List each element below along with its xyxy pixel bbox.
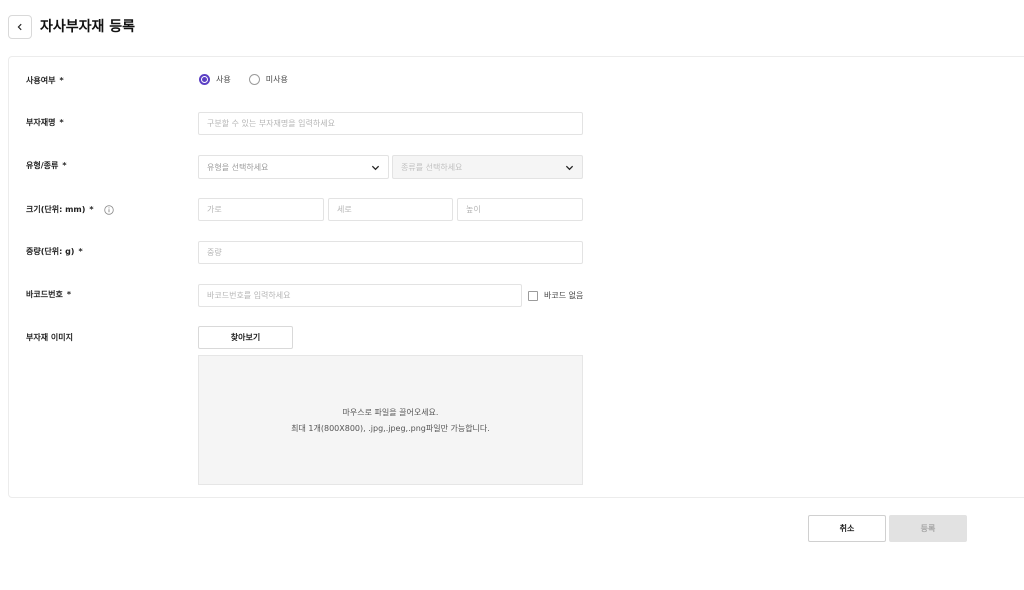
usage-label: 사용여부 * <box>26 76 64 85</box>
barcode-input[interactable] <box>198 284 522 307</box>
required-mark: * <box>59 118 64 127</box>
radio-unchecked-icon <box>248 74 260 85</box>
weight-label: 중량(단위: g) * <box>26 247 83 256</box>
usage-radio-use[interactable]: 사용 <box>199 74 231 85</box>
radio-checked-icon <box>199 74 210 85</box>
name-input[interactable] <box>198 112 583 135</box>
size-length-input[interactable] <box>328 198 453 221</box>
image-dropzone[interactable]: 마우스로 파일을 끌어오세요. 최대 1개(800X800), .jpg,.jp… <box>198 355 583 485</box>
chevron-down-icon <box>565 165 574 170</box>
size-label: 크기(단위: mm) * <box>26 204 114 216</box>
image-label: 부자재 이미지 <box>26 333 73 342</box>
required-mark: * <box>78 247 83 256</box>
required-mark: * <box>66 290 71 299</box>
name-label: 부자재명 * <box>26 118 64 127</box>
cancel-button[interactable]: 취소 <box>808 515 886 542</box>
chevron-left-icon <box>17 23 22 31</box>
weight-input[interactable] <box>198 241 583 264</box>
no-barcode-checkbox[interactable]: 바코드 없음 <box>528 290 583 301</box>
usage-radio-group: 사용 미사용 <box>199 74 288 85</box>
barcode-label: 바코드번호 * <box>26 290 71 299</box>
info-icon[interactable] <box>103 205 114 215</box>
required-mark: * <box>59 76 64 85</box>
kind-select[interactable]: 종류를 선택하세요 <box>392 155 583 179</box>
required-mark: * <box>62 161 67 170</box>
chevron-down-icon <box>371 165 380 170</box>
type-kind-label: 유형/종류 * <box>26 161 67 170</box>
type-select[interactable]: 유형을 선택하세요 <box>198 155 389 179</box>
dropzone-instruction: 마우스로 파일을 끌어오세요. <box>342 407 439 417</box>
page-title: 자사부자재 등록 <box>40 19 136 35</box>
browse-button[interactable]: 찾아보기 <box>198 326 293 349</box>
page-header: 자사부자재 등록 <box>0 0 1024 56</box>
usage-radio-unused[interactable]: 미사용 <box>248 74 288 85</box>
submit-button[interactable]: 등록 <box>889 515 967 542</box>
back-button[interactable] <box>8 15 32 39</box>
checkbox-unchecked-icon <box>528 290 538 301</box>
size-height-input[interactable] <box>457 198 583 221</box>
required-mark: * <box>89 205 94 214</box>
size-width-input[interactable] <box>198 198 324 221</box>
dropzone-constraints: 최대 1개(800X800), .jpg,.jpeg,.png파일만 가능합니다… <box>291 423 490 433</box>
